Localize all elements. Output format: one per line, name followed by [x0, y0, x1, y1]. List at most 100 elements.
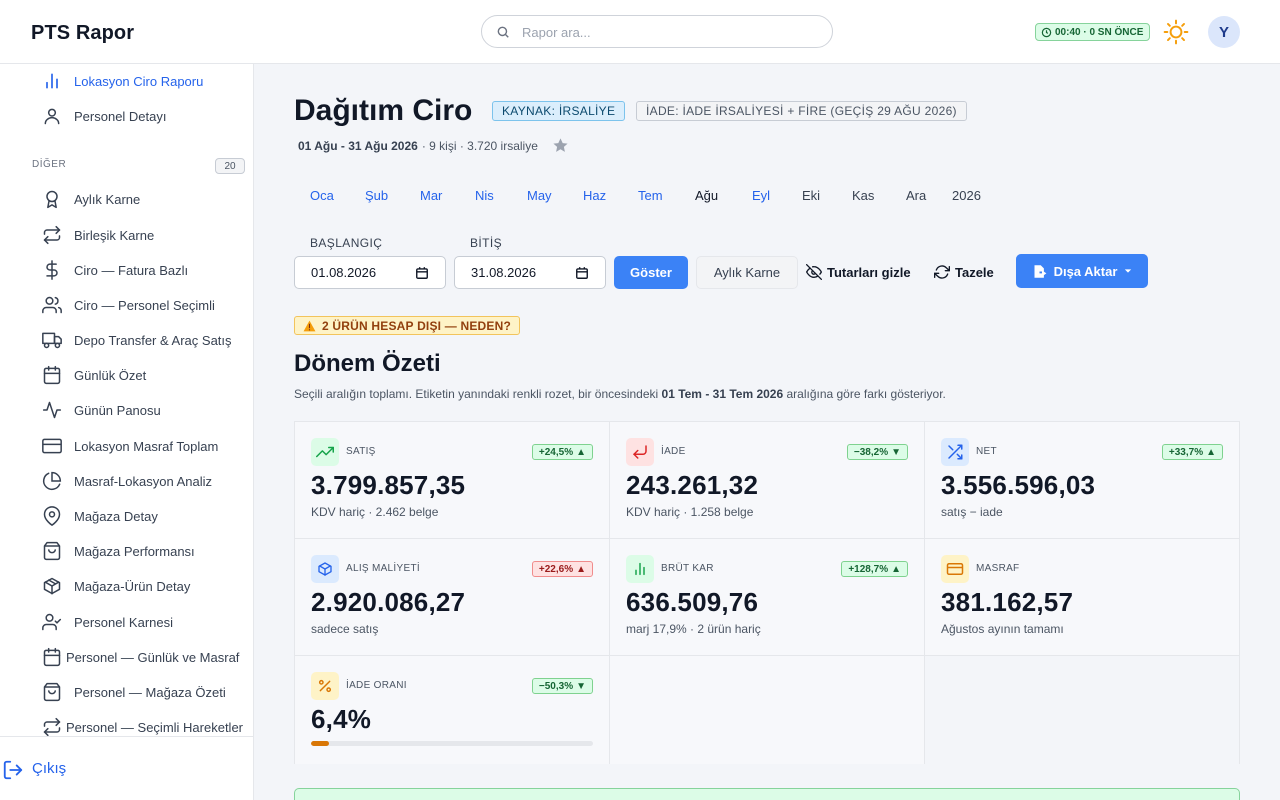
kpi-card-masraf: MASRAF 381.162,57 Ağustos ayının tamamı [925, 539, 1239, 656]
iade-ratio-progress-fill [311, 741, 330, 746]
sidebar-item-personel-secimli-hareketler[interactable]: Personel — Seçimli Hareketler [0, 713, 253, 736]
month-ara[interactable]: Ara [906, 188, 926, 203]
period-range: 01 Ağu - 31 Ağu 2026 [298, 138, 418, 153]
dollar-icon [40, 258, 64, 282]
kpi-subtitle: marj 17,9% · 2 ürün hariç [626, 622, 761, 636]
sidebar-item-personel-gunluk-masraf[interactable]: Personel — Günlük ve Masraf [0, 643, 253, 671]
month-tem[interactable]: Tem [638, 188, 663, 203]
month-eki[interactable]: Eki [802, 188, 820, 203]
sidebar-item-gunun-panosu[interactable]: Günün Panosu [0, 396, 253, 424]
calendar-icon[interactable] [575, 266, 589, 280]
month-nis[interactable]: Nis [475, 188, 494, 203]
refresh-button[interactable]: Tazele [934, 263, 994, 281]
kpi-subtitle: KDV hariç · 2.462 belge [311, 505, 439, 519]
year-selector[interactable]: 2026 [952, 188, 981, 203]
sidebar-item-magaza-performansi[interactable]: Mağaza Performansı [0, 537, 253, 565]
sidebar-item-aylik-karne[interactable]: Aylık Karne [0, 185, 253, 213]
bottom-info-banner [294, 788, 1240, 800]
kpi-value: 6,4% [311, 704, 372, 734]
search-input[interactable] [522, 22, 812, 42]
sidebar-item-ciro-personel-secimli[interactable]: Ciro — Personel Seçimli [0, 291, 253, 319]
excluded-products-warning[interactable]: 2 ÜRÜN HESAP DIŞI — NEDEN? [294, 316, 521, 335]
month-kas[interactable]: Kas [852, 188, 874, 203]
sidebar-item-lokasyon-ciro-raporu[interactable]: Lokasyon Ciro Raporu [0, 67, 253, 95]
shopping-bag-icon [40, 680, 64, 704]
kpi-value: 636.509,76 [626, 587, 759, 617]
kpi-delta-badge: −50,3% ▼ [531, 678, 593, 694]
trending-up-icon [311, 438, 339, 466]
kpi-subtitle: Ağustos ayının tamamı [941, 622, 1064, 636]
user-avatar[interactable]: Y [1208, 16, 1240, 48]
search-box[interactable] [481, 15, 833, 48]
theme-toggle-button[interactable] [1162, 18, 1190, 46]
kpi-value: 3.556.596,03 [941, 470, 1096, 500]
sidebar-item-magaza-detay[interactable]: Mağaza Detay [0, 502, 253, 530]
logout-label: Çıkış [32, 760, 67, 777]
sidebar-item-label: Lokasyon Ciro Raporu [74, 73, 204, 89]
sidebar-section-count: 20 [215, 158, 245, 174]
sidebar-item-label: Günlük Özet [74, 367, 147, 383]
source-tag: KAYNAK: İRSALİYE [492, 101, 626, 121]
app-brand[interactable]: PTS Rapor [31, 22, 134, 45]
sidebar-item-label: Lokasyon Masraf Toplam [74, 438, 219, 454]
eye-off-icon [806, 264, 822, 280]
kpi-delta-badge: +24,5% ▲ [531, 444, 593, 460]
period-meta: · 9 kişi · 3.720 irsaliye [421, 138, 538, 153]
sidebar: Lokasyon Ciro Raporu Personel Detayı DİĞ… [0, 64, 254, 800]
hide-amounts-button[interactable]: Tutarları gizle [806, 263, 911, 281]
kpi-label: BRÜT KAR [661, 563, 714, 574]
repeat-icon [40, 223, 64, 247]
arrow-down-icon: ▼ [576, 680, 586, 692]
month-eyl[interactable]: Eyl [752, 188, 770, 203]
calendar-icon [40, 363, 64, 387]
sidebar-item-personel-detayi[interactable]: Personel Detayı [0, 102, 253, 130]
sidebar-item-label: Birleşik Karne [74, 227, 155, 243]
percent-icon [311, 672, 339, 700]
refresh-status-text: 00:40 · 0 SN ÖNCE [1055, 26, 1144, 38]
month-sub[interactable]: Şub [365, 188, 388, 203]
hide-amounts-label: Tutarları gizle [827, 264, 911, 280]
kpi-card-iade: İADE −38,2% ▼ 243.261,32 KDV hariç · 1.25… [610, 422, 925, 539]
sidebar-item-personel-karnesi[interactable]: Personel Karnesi [0, 608, 253, 636]
month-haz[interactable]: Haz [583, 188, 606, 203]
month-mar[interactable]: Mar [420, 188, 442, 203]
start-date-input[interactable]: 01.08.2026 [294, 256, 446, 289]
map-pin-icon [40, 504, 64, 528]
end-date-input[interactable]: 31.08.2026 [454, 256, 606, 289]
kpi-delta-badge: +22,6% ▲ [531, 561, 593, 577]
export-button[interactable]: Dışa Aktar [1016, 254, 1148, 288]
kpi-value: 3.799.857,35 [311, 470, 466, 500]
warning-text: 2 ÜRÜN HESAP DIŞI — NEDEN? [322, 318, 512, 333]
user-check-icon [40, 610, 64, 634]
sidebar-item-birlesik-karne[interactable]: Birleşik Karne [0, 221, 253, 249]
shopping-bag-icon [40, 539, 64, 563]
calendar-icon[interactable] [415, 266, 429, 280]
iade-ratio-progress-bar [311, 741, 593, 746]
star-icon[interactable] [552, 137, 569, 154]
month-oca[interactable]: Oca [310, 188, 334, 203]
kpi-grid: SATIŞ +24,5% ▲ 3.799.857,35 KDV hariç · 2… [294, 421, 1240, 764]
sidebar-item-gunluk-ozet[interactable]: Günlük Özet [0, 361, 253, 389]
arrow-up-icon: ▲ [576, 563, 586, 575]
month-may[interactable]: May [527, 188, 552, 203]
kpi-card-empty [925, 656, 1239, 764]
sidebar-item-label: Mağaza Detay [74, 508, 158, 524]
package-icon [40, 574, 64, 598]
sidebar-item-label: Ciro — Personel Seçimli [74, 297, 215, 313]
sidebar-item-personel-magaza-ozeti[interactable]: Personel — Mağaza Özeti [0, 678, 253, 706]
logout-button[interactable]: Çıkış [0, 736, 253, 800]
month-agu[interactable]: Ağu [695, 188, 718, 203]
pie-chart-icon [40, 469, 64, 493]
arrow-down-icon: ▼ [891, 446, 901, 458]
credit-card-icon [40, 434, 64, 458]
sidebar-item-label: Günün Panosu [74, 402, 161, 418]
sidebar-item-magaza-urun-detay[interactable]: Mağaza-Ürün Detay [0, 572, 253, 600]
kpi-card-brut-kar: BRÜT KAR +128,7% ▲ 636.509,76 marj 17,9% … [610, 539, 925, 656]
sidebar-item-depo-transfer[interactable]: Depo Transfer & Araç Satış [0, 326, 253, 354]
sidebar-item-masraf-lokasyon-analiz[interactable]: Masraf-Lokasyon Analiz [0, 467, 253, 495]
show-button[interactable]: Göster [614, 256, 688, 289]
monthly-report-button[interactable]: Aylık Karne [696, 256, 798, 289]
sidebar-item-lokasyon-masraf-toplam[interactable]: Lokasyon Masraf Toplam [0, 432, 253, 460]
sidebar-item-ciro-fatura-bazli[interactable]: Ciro — Fatura Bazlı [0, 256, 253, 284]
sidebar-scroll[interactable]: Lokasyon Ciro Raporu Personel Detayı DİĞ… [0, 64, 253, 736]
